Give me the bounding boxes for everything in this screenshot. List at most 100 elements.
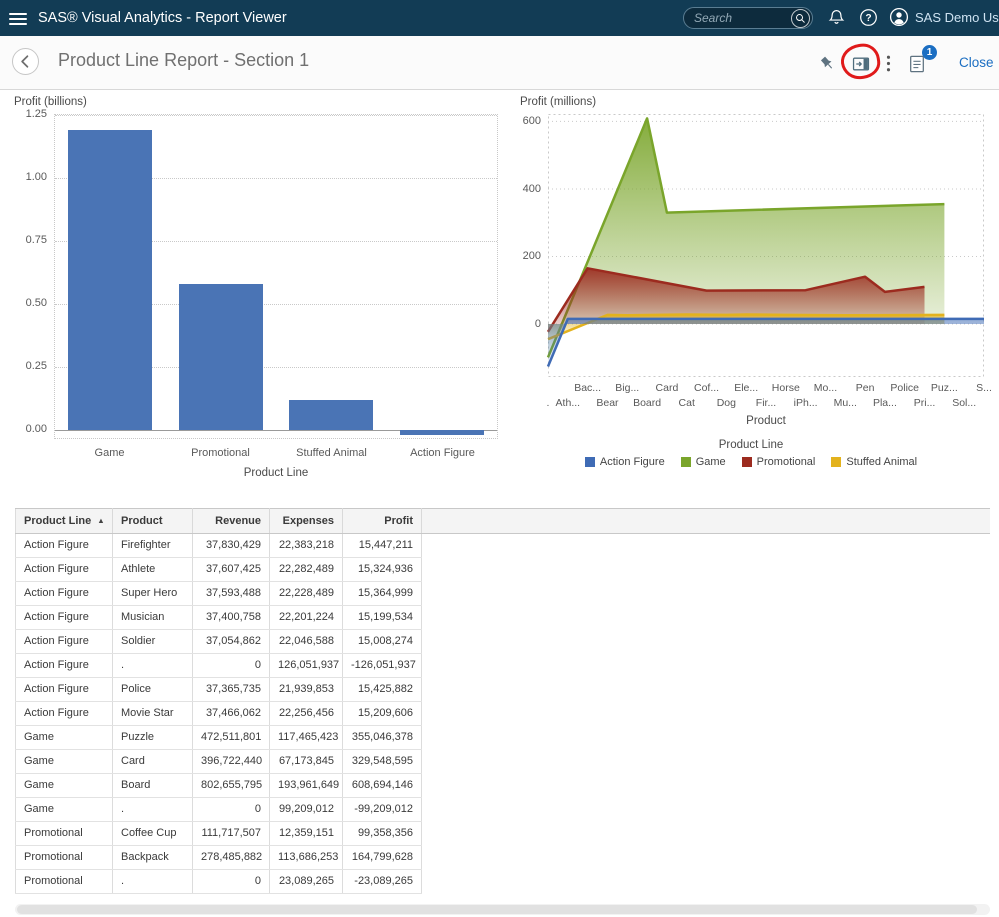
table-row[interactable]: PromotionalCoffee Cup111,717,50712,359,1… [16, 822, 991, 846]
toggle-right-pane-icon[interactable] [849, 52, 873, 76]
table-cell[interactable]: 15,447,211 [343, 534, 422, 558]
table-row[interactable]: Action FigureMusician37,400,75822,201,22… [16, 606, 991, 630]
help-icon[interactable]: ? [859, 8, 878, 27]
line-action-figure[interactable] [548, 319, 984, 367]
table-cell[interactable]: 113,686,253 [270, 846, 343, 870]
table-cell[interactable]: Action Figure [16, 654, 113, 678]
user-avatar-icon[interactable] [889, 7, 909, 27]
column-header-product-line[interactable]: Product Line▲ [16, 509, 113, 534]
table-cell[interactable]: 111,717,507 [193, 822, 270, 846]
legend-item-action-figure[interactable]: Action Figure [585, 456, 665, 468]
table-cell[interactable]: 22,282,489 [270, 558, 343, 582]
column-header-profit[interactable]: Profit [343, 509, 422, 534]
table-row[interactable]: Action FigureFirefighter37,830,42922,383… [16, 534, 991, 558]
legend-item-game[interactable]: Game [681, 456, 726, 468]
table-cell[interactable]: 126,051,937 [270, 654, 343, 678]
table-cell[interactable]: Super Hero [113, 582, 193, 606]
table-row[interactable]: Action Figure.0126,051,937-126,051,937 [16, 654, 991, 678]
table-cell[interactable]: Puzzle [113, 726, 193, 750]
table-cell[interactable]: Musician [113, 606, 193, 630]
table-cell[interactable]: Coffee Cup [113, 822, 193, 846]
table-cell[interactable]: -23,089,265 [343, 870, 422, 894]
table-row[interactable]: GameBoard802,655,795193,961,649608,694,1… [16, 774, 991, 798]
table-cell[interactable]: 193,961,649 [270, 774, 343, 798]
table-cell[interactable]: 0 [193, 870, 270, 894]
table-cell[interactable]: . [113, 798, 193, 822]
table-row[interactable]: Action FigureSuper Hero37,593,48822,228,… [16, 582, 991, 606]
table-cell[interactable]: 608,694,146 [343, 774, 422, 798]
table-cell[interactable]: 37,466,062 [193, 702, 270, 726]
bar-game[interactable] [68, 130, 152, 430]
table-cell[interactable]: Card [113, 750, 193, 774]
table-row[interactable]: Game.099,209,012-99,209,012 [16, 798, 991, 822]
table-cell[interactable]: 67,173,845 [270, 750, 343, 774]
table-cell[interactable]: Police [113, 678, 193, 702]
table-cell[interactable]: 15,364,999 [343, 582, 422, 606]
table-cell[interactable]: 99,358,356 [343, 822, 422, 846]
table-cell[interactable]: 37,830,429 [193, 534, 270, 558]
table-cell[interactable]: Action Figure [16, 630, 113, 654]
table-cell[interactable]: 22,256,456 [270, 702, 343, 726]
table-cell[interactable]: 99,209,012 [270, 798, 343, 822]
table-cell[interactable]: . [113, 870, 193, 894]
table-cell[interactable]: 396,722,440 [193, 750, 270, 774]
column-header-revenue[interactable]: Revenue [193, 509, 270, 534]
menu-icon[interactable] [9, 10, 27, 28]
notifications-icon[interactable] [827, 8, 846, 27]
table-cell[interactable]: Movie Star [113, 702, 193, 726]
table-cell[interactable]: Game [16, 750, 113, 774]
table-cell[interactable]: 22,046,588 [270, 630, 343, 654]
column-header-product[interactable]: Product [113, 509, 193, 534]
table-cell[interactable]: Action Figure [16, 606, 113, 630]
table-row[interactable]: PromotionalBackpack278,485,882113,686,25… [16, 846, 991, 870]
bar-stuffed-animal[interactable] [289, 400, 373, 430]
table-cell[interactable]: Action Figure [16, 558, 113, 582]
table-row[interactable]: Action FigurePolice37,365,73521,939,8531… [16, 678, 991, 702]
table-cell[interactable]: 164,799,628 [343, 846, 422, 870]
scrollbar-thumb[interactable] [17, 905, 977, 914]
table-row[interactable]: Action FigureAthlete37,607,42522,282,489… [16, 558, 991, 582]
horizontal-scrollbar[interactable] [15, 904, 990, 915]
table-cell[interactable]: 472,511,801 [193, 726, 270, 750]
table-cell[interactable]: 15,324,936 [343, 558, 422, 582]
table-cell[interactable]: Firefighter [113, 534, 193, 558]
table-cell[interactable]: 23,089,265 [270, 870, 343, 894]
table-cell[interactable]: 22,228,489 [270, 582, 343, 606]
table-cell[interactable]: 37,054,862 [193, 630, 270, 654]
column-header-expenses[interactable]: Expenses [270, 509, 343, 534]
table-cell[interactable]: 117,465,423 [270, 726, 343, 750]
table-cell[interactable]: 15,209,606 [343, 702, 422, 726]
table-cell[interactable]: 329,548,595 [343, 750, 422, 774]
table-cell[interactable]: 278,485,882 [193, 846, 270, 870]
table-cell[interactable]: 21,939,853 [270, 678, 343, 702]
table-cell[interactable]: Athlete [113, 558, 193, 582]
table-cell[interactable]: Action Figure [16, 678, 113, 702]
table-cell[interactable]: 12,359,151 [270, 822, 343, 846]
back-button[interactable] [12, 48, 39, 75]
table-cell[interactable]: 15,199,534 [343, 606, 422, 630]
comments-icon[interactable]: 1 [906, 52, 928, 76]
close-button[interactable]: Close [959, 55, 994, 70]
table-cell[interactable]: Action Figure [16, 702, 113, 726]
table-cell[interactable]: 0 [193, 798, 270, 822]
table-cell[interactable]: 22,383,218 [270, 534, 343, 558]
table-cell[interactable]: Promotional [16, 846, 113, 870]
table-cell[interactable]: -99,209,012 [343, 798, 422, 822]
table-cell[interactable]: Action Figure [16, 582, 113, 606]
table-cell[interactable]: Backpack [113, 846, 193, 870]
kebab-menu-icon[interactable] [884, 53, 893, 74]
table-cell[interactable]: 15,008,274 [343, 630, 422, 654]
table-cell[interactable]: . [113, 654, 193, 678]
table-cell[interactable]: 802,655,795 [193, 774, 270, 798]
user-name[interactable]: SAS Demo User [915, 0, 999, 36]
area-action-figure[interactable] [548, 319, 984, 367]
table-cell[interactable]: -126,051,937 [343, 654, 422, 678]
bar-promotional[interactable] [179, 284, 263, 430]
table-row[interactable]: Action FigureMovie Star37,466,06222,256,… [16, 702, 991, 726]
table-row[interactable]: Promotional.023,089,265-23,089,265 [16, 870, 991, 894]
table-cell[interactable]: Promotional [16, 870, 113, 894]
table-cell[interactable]: 37,400,758 [193, 606, 270, 630]
table-cell[interactable]: 37,593,488 [193, 582, 270, 606]
table-cell[interactable]: Game [16, 798, 113, 822]
table-cell[interactable]: 37,365,735 [193, 678, 270, 702]
